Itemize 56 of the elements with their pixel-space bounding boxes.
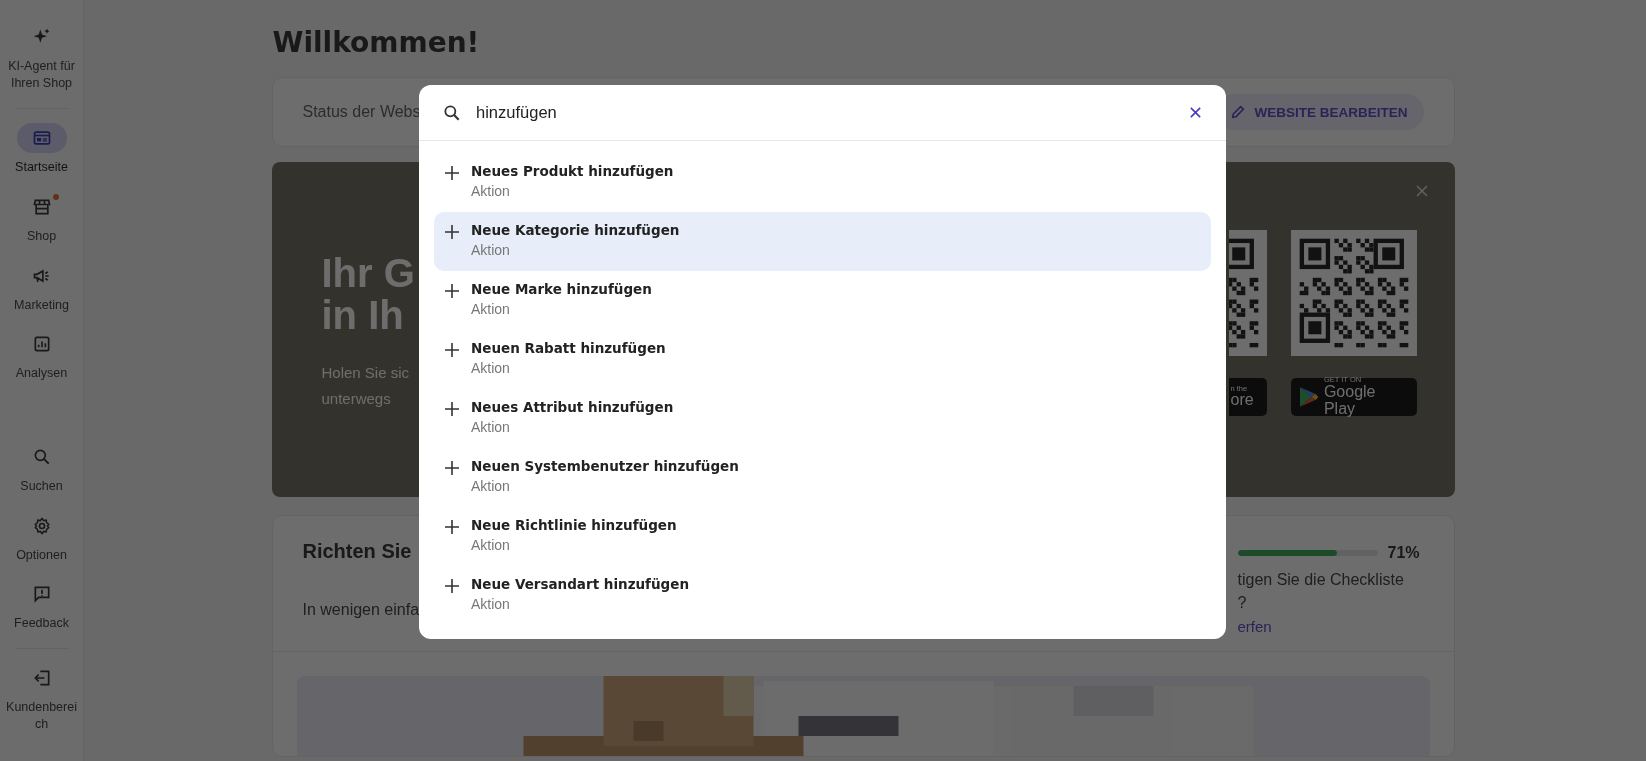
search-icon [442,102,462,123]
progress-reading: 71% [1387,544,1420,562]
status-label: Status der Webs [302,103,421,121]
search-field[interactable]: hinzufügen [474,102,1177,123]
page-title: Willkommen! [272,26,481,59]
notification-dot [52,193,59,200]
sidebar-item[interactable]: Feedback [1,579,82,633]
plus-icon [445,579,459,593]
close-icon[interactable] [1189,106,1202,119]
result-type: Aktion [471,478,511,494]
search-result[interactable]: Neue Kategorie hinzufügen Aktion [434,212,1211,271]
result-title: Neuen Rabatt hinzufügen [471,340,666,356]
plus-icon [445,520,459,534]
sidebar-item[interactable]: Analysen [1,329,82,383]
result-title: Neue Marke hinzufügen [471,281,652,297]
result-type: Aktion [471,537,511,553]
checklist-title: Richten Sie [302,540,413,563]
result-title: Neues Produkt hinzufügen [471,163,674,179]
checklist-link[interactable]: erfen [1237,618,1424,636]
result-type: Aktion [471,419,511,435]
plus-icon [445,284,459,298]
result-title: Neue Versandart hinzufügen [471,576,690,592]
search-result[interactable]: Neuen Rabatt hinzufügen Aktion [434,330,1211,389]
result-title: Neues Attribut hinzufügen [471,399,674,415]
result-title: Neue Kategorie hinzufügen [471,222,680,238]
sidebar-item[interactable]: Marketing [1,260,82,314]
sidebar-item[interactable]: KI-Agent für Ihren Shop [1,22,82,92]
plus-icon [445,166,459,180]
search-result[interactable]: Neuen Systembenutzer hinzufügen Aktion [434,448,1211,507]
plus-icon [445,461,459,475]
plus-icon [445,343,459,357]
sidebar-item[interactable]: Suchen [1,441,82,495]
result-type: Aktion [471,596,511,612]
play-icon [1298,386,1318,408]
search-result[interactable]: Neue Versandart hinzufügen Aktion [434,566,1211,625]
result-type: Aktion [471,242,511,258]
result-type: Aktion [471,301,511,317]
sidebar-item[interactable]: Startseite [1,122,82,176]
pencil-icon [1230,104,1247,120]
sidebar-item[interactable]: Shop [1,191,82,245]
checklist-hint: tigen Sie die Checkliste ? [1237,570,1405,614]
search-result[interactable]: Neue Richtlinie hinzufügen Aktion [434,507,1211,566]
sidebar-item[interactable]: Kundenbereich [1,663,82,733]
result-type: Aktion [471,360,511,376]
plus-icon [445,225,459,239]
result-title: Neue Richtlinie hinzufügen [471,517,677,533]
search-result[interactable]: Neue Marke hinzufügen Aktion [434,271,1211,330]
plus-icon [445,402,459,416]
result-title: Neuen Systembenutzer hinzufügen [471,458,739,474]
sidebar-item[interactable]: Optionen [1,510,82,564]
checklist-intro: In wenigen einfa [302,601,420,619]
result-type: Aktion [471,183,511,199]
search-result[interactable]: Neues Attribut hinzufügen Aktion [434,389,1211,448]
banner-text: Holen Sie sic unterwegs [321,363,410,409]
search-result[interactable]: Neues Produkt hinzufügen Aktion [434,153,1211,212]
banner-heading: Ihr G in Ih [321,252,415,336]
